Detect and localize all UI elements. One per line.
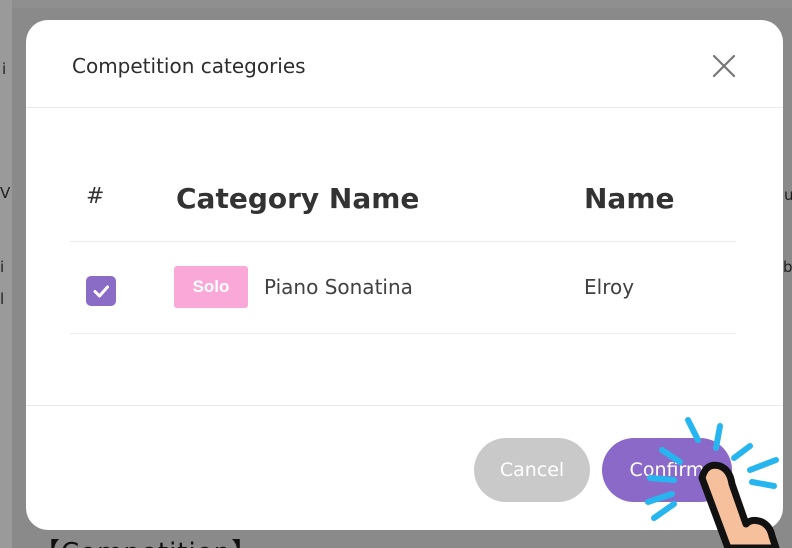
- dialog-footer: Cancel Confirm: [26, 405, 783, 530]
- table-row[interactable]: Solo Piano Sonatina Elroy: [70, 242, 736, 334]
- dialog-header: Competition categories: [26, 20, 783, 108]
- background-text-fragment: u: [784, 186, 792, 204]
- background-text-fragment: i: [0, 258, 5, 276]
- background-top-bar: [0, 0, 792, 8]
- background-page-title: 【Competition】: [34, 532, 258, 548]
- name-cell: Elroy: [584, 275, 635, 299]
- confirm-button[interactable]: Confirm: [602, 438, 732, 502]
- categories-table: # Category Name Name Solo Piano Sonatina…: [70, 170, 736, 334]
- column-header-category-name: Category Name: [176, 182, 420, 215]
- background-text-fragment: i: [2, 60, 7, 78]
- column-header-name: Name: [584, 182, 675, 215]
- category-name-cell: Piano Sonatina: [264, 275, 413, 299]
- dialog-title: Competition categories: [72, 54, 306, 78]
- checkmark-icon: [93, 285, 109, 298]
- background-text-fragment: b: [783, 258, 792, 276]
- background-text-fragment: V: [0, 184, 11, 202]
- close-icon: [712, 54, 736, 78]
- table-header-row: # Category Name Name: [70, 170, 736, 242]
- category-type-tag: Solo: [174, 266, 248, 308]
- cancel-button[interactable]: Cancel: [474, 438, 590, 502]
- column-header-index: #: [86, 184, 105, 209]
- row-checkbox[interactable]: [86, 276, 116, 306]
- competition-categories-dialog: Competition categories # Category Name N…: [26, 20, 783, 530]
- close-button[interactable]: [710, 52, 738, 80]
- background-text-fragment: l: [0, 290, 5, 308]
